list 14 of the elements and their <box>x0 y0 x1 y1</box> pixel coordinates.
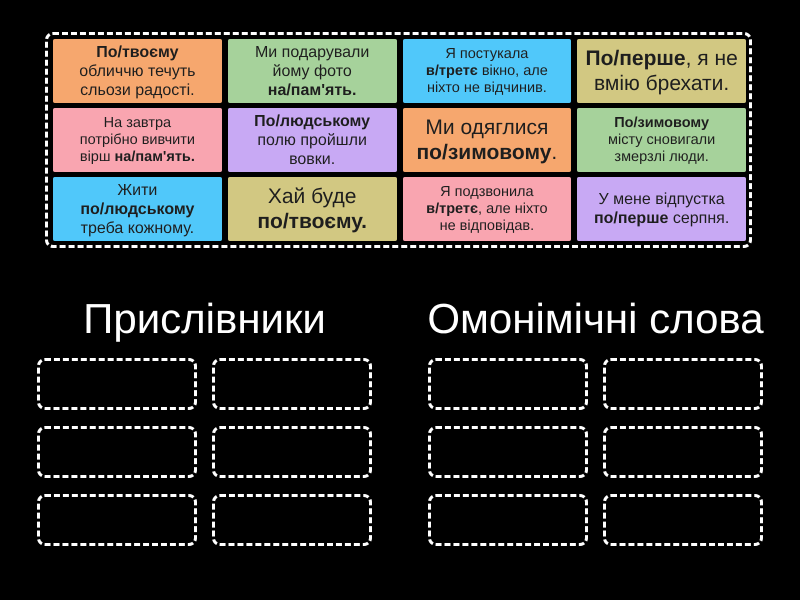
sentence-card[interactable]: Хай буде по/твоєму. <box>228 177 396 241</box>
sentence-card[interactable]: На завтра потрібно вивчити вірш на/пам'ять. <box>53 108 222 172</box>
sentence-card[interactable]: Я подзвонила в/третє, але ніхто не відповідав. <box>402 177 572 241</box>
sentence-card[interactable]: У мене відпустка по/перше серпня. <box>577 177 746 241</box>
group-heading: Омонімічні слова <box>427 294 764 344</box>
sentence-card[interactable]: Жити по/людському треба кожному. <box>53 177 222 241</box>
sentence-card[interactable]: По/зимовому місту сновигали змерзлі люди. <box>577 108 746 172</box>
sentence-card[interactable]: По/людському полю пройшли вовки. <box>228 108 396 172</box>
group-heading: Прислівники <box>83 294 326 344</box>
sentence-card[interactable]: Я постукала в/третє вікно, але ніхто не відчинив. <box>402 39 572 103</box>
sentence-card[interactable]: Ми одяглися по/зимовому. <box>402 108 572 172</box>
sentence-card[interactable]: По/перше, я не вмію брехати. <box>577 39 746 103</box>
sentence-card[interactable]: По/твоєму обличчю течуть сльози радості. <box>53 39 222 103</box>
sentence-card[interactable]: Ми подарували йому фото на/пам'ять. <box>228 39 396 103</box>
